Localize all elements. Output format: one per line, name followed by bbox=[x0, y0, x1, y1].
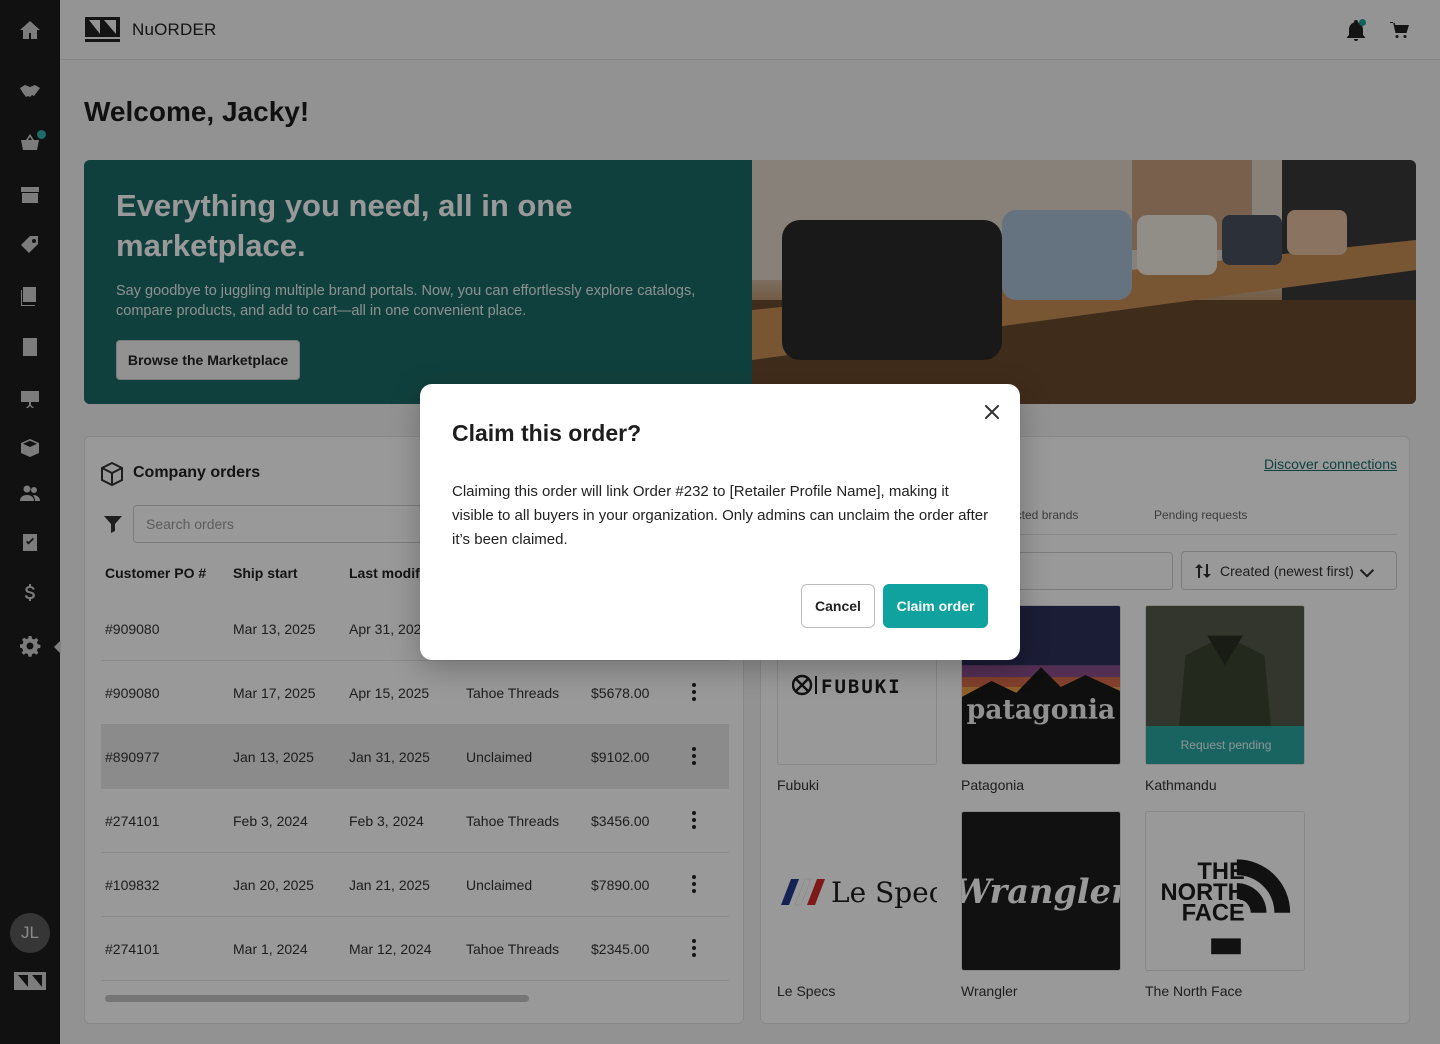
dialog-body: Claiming this order will link Order #232… bbox=[452, 483, 989, 548]
dialog-title: Claim this order? bbox=[452, 420, 642, 446]
cancel-button[interactable]: Cancel bbox=[801, 584, 875, 628]
close-icon[interactable] bbox=[982, 402, 1002, 422]
claim-order-button[interactable]: Claim order bbox=[883, 584, 988, 628]
claim-order-dialog: Claim this order? Claiming this order wi… bbox=[420, 384, 1020, 660]
